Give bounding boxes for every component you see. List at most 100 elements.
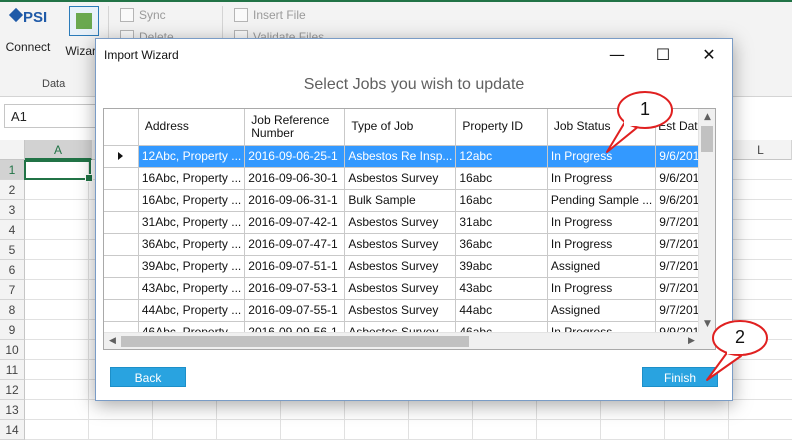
cell-job-reference-number[interactable]: 2016-09-07-51-1 [244, 255, 346, 278]
cell-property-id[interactable]: 16abc [455, 167, 548, 190]
cell-job-status[interactable]: Pending Sample ... [547, 189, 657, 212]
row-selector[interactable] [104, 299, 139, 322]
scroll-up-icon[interactable]: ▲ [699, 109, 715, 126]
cell-job-reference-number[interactable]: 2016-09-06-31-1 [244, 189, 346, 212]
cell-property-id[interactable]: 43abc [455, 277, 548, 300]
cell-address[interactable]: 36Abc, Property ... [138, 233, 246, 256]
row-header[interactable]: 10 [0, 340, 25, 360]
horizontal-scrollbar[interactable]: ◀ ▶ [104, 332, 700, 349]
row-header-column [104, 109, 139, 146]
sync-icon [120, 8, 134, 22]
cell-type-of-job[interactable]: Bulk Sample [344, 189, 457, 212]
column-header-a[interactable]: A [25, 140, 92, 160]
cell-type-of-job[interactable]: Asbestos Survey [344, 167, 457, 190]
row-selector[interactable] [104, 189, 139, 212]
table-row[interactable]: 31Abc, Property ... 2016-09-07-42-1 Asbest… [104, 211, 715, 234]
connect-button[interactable]: PSI Connect [4, 6, 52, 68]
table-row[interactable]: 16Abc, Property ... 2016-09-06-30-1 Asbest… [104, 167, 715, 190]
horizontal-scroll-thumb[interactable] [121, 336, 469, 347]
cell-property-id[interactable]: 44abc [455, 299, 548, 322]
row-headers: 1 2 3 4 5 6 7 8 9 10 11 12 13 14 [0, 160, 25, 440]
cell-address[interactable]: 31Abc, Property ... [138, 211, 246, 234]
cell-job-reference-number[interactable]: 2016-09-07-53-1 [244, 277, 346, 300]
table-row[interactable]: 44Abc, Property ... 2016-09-07-55-1 Asbest… [104, 299, 715, 322]
select-all-corner[interactable] [0, 140, 25, 160]
row-header[interactable]: 7 [0, 280, 25, 300]
ribbon-accent-line [0, 0, 792, 2]
cell-address[interactable]: 16Abc, Property ... [138, 189, 246, 212]
row-header[interactable]: 14 [0, 420, 25, 440]
cell-type-of-job[interactable]: Asbestos Re Insp... [344, 145, 457, 168]
cell-job-reference-number[interactable]: 2016-09-07-47-1 [244, 233, 346, 256]
back-button[interactable]: Back [110, 367, 186, 387]
row-header[interactable]: 1 [0, 160, 25, 180]
vertical-scrollbar[interactable]: ▲ ▼ [698, 109, 715, 333]
row-header[interactable]: 9 [0, 320, 25, 340]
sync-button[interactable]: Sync [120, 8, 166, 22]
cell-address[interactable]: 16Abc, Property ... [138, 167, 246, 190]
row-selector[interactable] [104, 145, 139, 168]
callout-2: 2 [695, 318, 785, 390]
cell-address[interactable]: 44Abc, Property ... [138, 299, 246, 322]
name-box[interactable]: A1 [4, 104, 96, 128]
cell-job-reference-number[interactable]: 2016-09-07-55-1 [244, 299, 346, 322]
cell-property-id[interactable]: 12abc [455, 145, 548, 168]
cell-job-reference-number[interactable]: 2016-09-06-25-1 [244, 145, 346, 168]
row-selector[interactable] [104, 233, 139, 256]
callout-1-number: 1 [639, 99, 650, 119]
row-header[interactable]: 13 [0, 400, 25, 420]
row-header[interactable]: 5 [0, 240, 25, 260]
vertical-scroll-thumb[interactable] [701, 126, 713, 152]
table-row[interactable]: 39Abc, Property ... 2016-09-07-51-1 Asbest… [104, 255, 715, 278]
cell-job-status[interactable]: In Progress [547, 211, 657, 234]
cell-job-status[interactable]: Assigned [547, 255, 657, 278]
cell-property-id[interactable]: 16abc [455, 189, 548, 212]
callout-2-number: 2 [734, 327, 745, 347]
cell-property-id[interactable]: 39abc [455, 255, 548, 278]
cell-type-of-job[interactable]: Asbestos Survey [344, 277, 457, 300]
cell-address[interactable]: 39Abc, Property ... [138, 255, 246, 278]
table-row[interactable]: 16Abc, Property ... 2016-09-06-31-1 Bulk S… [104, 189, 715, 212]
row-selector[interactable] [104, 211, 139, 234]
row-header[interactable]: 11 [0, 360, 25, 380]
row-header[interactable]: 4 [0, 220, 25, 240]
maximize-button[interactable]: ☐ [640, 39, 686, 71]
column-header-job-reference-number[interactable]: Job Reference Number [244, 109, 346, 146]
column-header-property-id[interactable]: Property ID [455, 109, 548, 146]
close-button[interactable]: ✕ [686, 39, 732, 71]
row-pointer-icon [118, 152, 124, 160]
psi-logo-icon: PSI [8, 6, 48, 32]
cell-job-reference-number[interactable]: 2016-09-07-42-1 [244, 211, 346, 234]
cell-type-of-job[interactable]: Asbestos Survey [344, 255, 457, 278]
insert-file-button[interactable]: Insert File [234, 8, 306, 22]
row-header[interactable]: 8 [0, 300, 25, 320]
minimize-button[interactable]: — [594, 39, 640, 71]
row-header[interactable]: 12 [0, 380, 25, 400]
row-header[interactable]: 3 [0, 200, 25, 220]
scroll-left-icon[interactable]: ◀ [104, 333, 121, 349]
cell-job-status[interactable]: In Progress [547, 277, 657, 300]
cell-job-status[interactable]: In Progress [547, 167, 657, 190]
cell-job-reference-number[interactable]: 2016-09-06-30-1 [244, 167, 346, 190]
cell-job-status[interactable]: In Progress [547, 233, 657, 256]
cell-address[interactable]: 12Abc, Property ... [138, 145, 246, 168]
cell-property-id[interactable]: 31abc [455, 211, 548, 234]
row-header[interactable]: 2 [0, 180, 25, 200]
cell-job-status[interactable]: Assigned [547, 299, 657, 322]
row-selector[interactable] [104, 255, 139, 278]
active-cell-a1[interactable] [24, 160, 93, 182]
cell-type-of-job[interactable]: Asbestos Survey [344, 233, 457, 256]
table-row[interactable]: 36Abc, Property ... 2016-09-07-47-1 Asbest… [104, 233, 715, 256]
column-header-l[interactable]: L [730, 140, 792, 160]
row-selector[interactable] [104, 277, 139, 300]
cell-type-of-job[interactable]: Asbestos Survey [344, 211, 457, 234]
table-row[interactable]: 43Abc, Property ... 2016-09-07-53-1 Asbest… [104, 277, 715, 300]
dialog-title-bar[interactable]: Import Wizard — ☐ ✕ [96, 39, 732, 71]
cell-property-id[interactable]: 36abc [455, 233, 548, 256]
row-header[interactable]: 6 [0, 260, 25, 280]
column-header-type-of-job[interactable]: Type of Job [344, 109, 457, 146]
column-header-address[interactable]: Address [138, 109, 246, 146]
row-selector[interactable] [104, 167, 139, 190]
cell-type-of-job[interactable]: Asbestos Survey [344, 299, 457, 322]
cell-address[interactable]: 43Abc, Property ... [138, 277, 246, 300]
